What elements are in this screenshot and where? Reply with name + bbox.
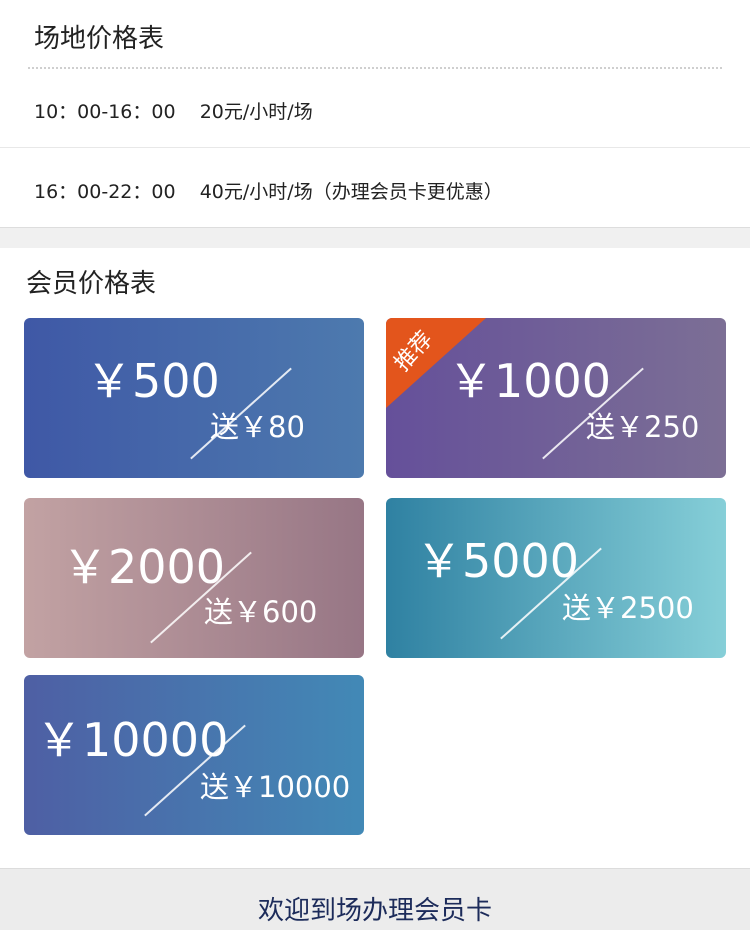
card-amount: ￥5000 bbox=[416, 534, 580, 588]
membership-card-10000[interactable]: ￥10000 送￥10000 bbox=[24, 675, 364, 835]
card-amount: ￥1000 bbox=[448, 354, 612, 408]
member-price-section: 会员价格表 ￥500 送￥80 推荐 ￥1000 送￥250 ￥2000 送￥6… bbox=[0, 248, 750, 868]
register-membership-button[interactable]: 欢迎到场办理会员卡 bbox=[258, 872, 492, 927]
card-amount: ￥2000 bbox=[62, 540, 226, 594]
row-divider bbox=[0, 147, 750, 148]
card-bonus: 送￥80 bbox=[210, 410, 305, 444]
price-row-evening: 16：00-22：00 40元/小时/场（办理会员卡更优惠） bbox=[34, 181, 503, 203]
membership-card-1000[interactable]: 推荐 ￥1000 送￥250 bbox=[386, 318, 726, 478]
membership-card-2000[interactable]: ￥2000 送￥600 bbox=[24, 498, 364, 658]
card-bonus: 送￥10000 bbox=[200, 770, 351, 804]
membership-card-500[interactable]: ￥500 送￥80 bbox=[24, 318, 364, 478]
card-amount: ￥10000 bbox=[36, 713, 229, 767]
venue-price-title: 场地价格表 bbox=[34, 24, 165, 54]
member-price-title: 会员价格表 bbox=[26, 269, 157, 299]
card-bonus: 送￥250 bbox=[586, 410, 700, 444]
recommended-badge-label: 推荐 bbox=[389, 326, 438, 377]
card-amount: ￥500 bbox=[86, 354, 220, 408]
membership-card-5000[interactable]: ￥5000 送￥2500 bbox=[386, 498, 726, 658]
card-bonus: 送￥600 bbox=[204, 595, 318, 629]
card-bonus: 送￥2500 bbox=[562, 591, 694, 625]
venue-price-section: 场地价格表 10：00-16：00 20元/小时/场 16：00-22：00 4… bbox=[0, 0, 750, 228]
footer-bar: 欢迎到场办理会员卡 bbox=[0, 868, 750, 930]
price-row-daytime: 10：00-16：00 20元/小时/场 bbox=[34, 101, 313, 123]
dotted-divider bbox=[28, 67, 722, 69]
